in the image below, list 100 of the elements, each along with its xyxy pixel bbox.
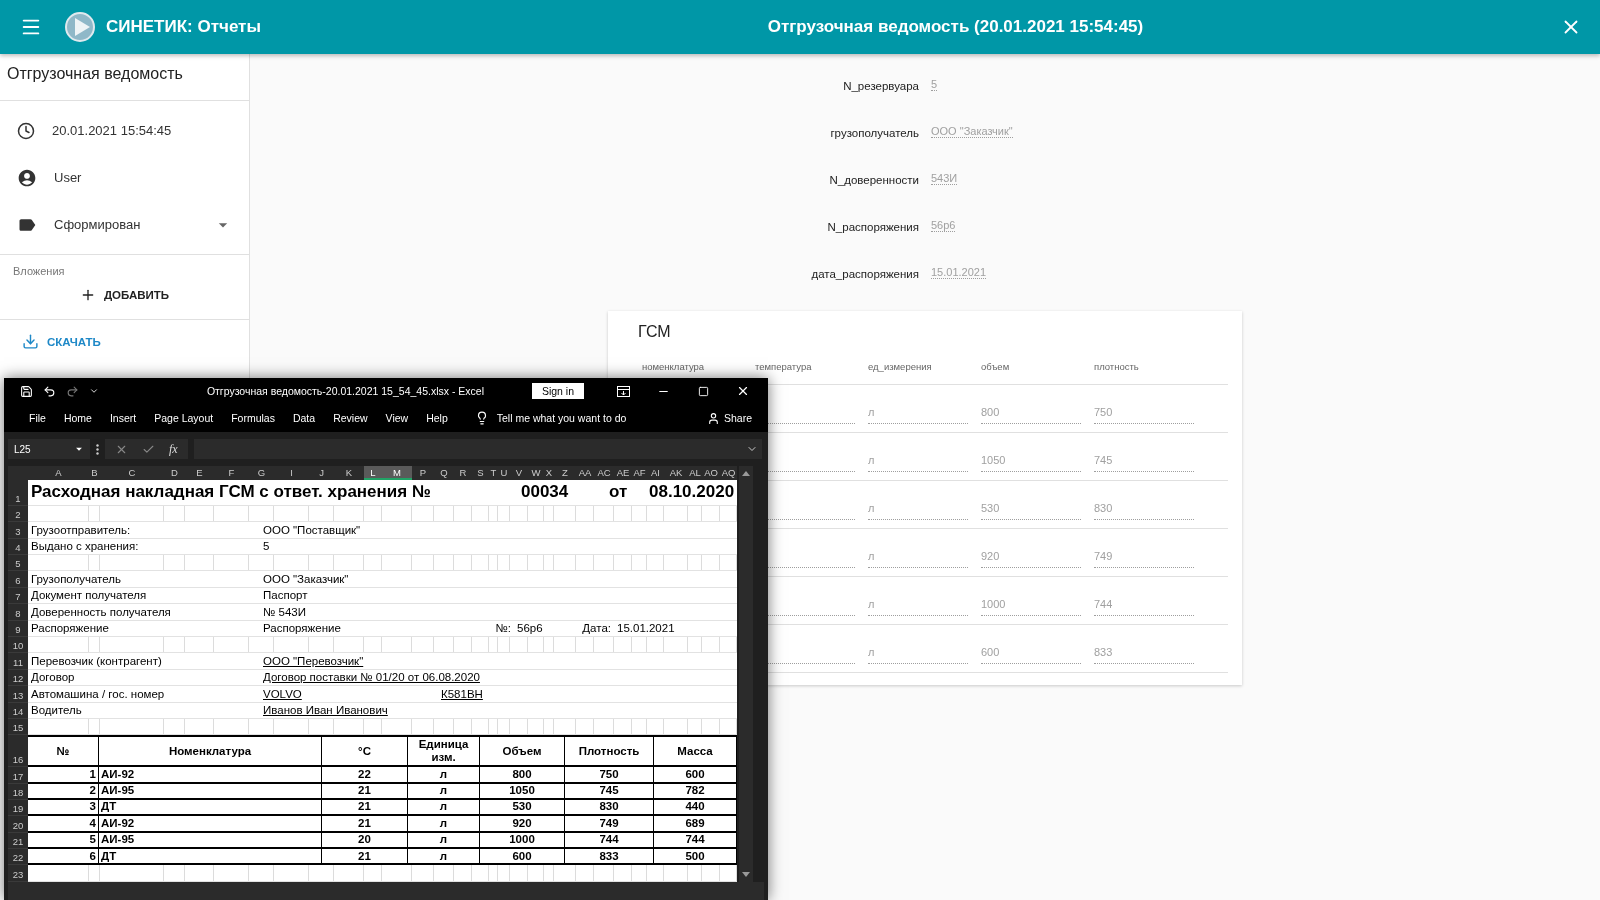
scroll-down-icon[interactable]	[742, 872, 750, 878]
menu-tab[interactable]: Insert	[100, 412, 146, 424]
logo-icon	[64, 11, 96, 43]
table-cell: 750	[565, 767, 654, 782]
cell-text: 15.01.2021	[616, 622, 676, 635]
column-header[interactable]: AF	[632, 466, 647, 480]
table-cell: 833	[565, 849, 654, 864]
column-header[interactable]: I	[274, 466, 309, 480]
function-icon[interactable]: fx	[169, 441, 178, 457]
sign-in-button[interactable]: Sign in	[531, 383, 584, 399]
column-header[interactable]: AQ	[720, 466, 737, 480]
download-button[interactable]: СКАЧАТЬ	[0, 319, 249, 363]
undo-icon[interactable]	[43, 384, 56, 398]
table-cell: 21	[322, 783, 408, 798]
row-number: 20	[8, 816, 28, 833]
menu-tab[interactable]: Help	[417, 412, 457, 424]
column-header[interactable]: AL	[688, 466, 702, 480]
row-number: 11	[8, 653, 28, 670]
column-header[interactable]: W	[528, 466, 544, 480]
column-header[interactable]: V	[510, 466, 528, 480]
column-header[interactable]: AE	[614, 466, 632, 480]
column-header[interactable]: AC	[594, 466, 614, 480]
sheet-title: Расходная накладная ГСМ с ответ. хранения №	[30, 482, 432, 503]
column-header[interactable]: U	[498, 466, 510, 480]
column-header[interactable]: D	[164, 466, 185, 480]
app-title: СИНЕТИК: Отчеты	[106, 17, 261, 37]
cell-text: ООО "Поставщик"	[262, 523, 362, 536]
column-header[interactable]: R	[454, 466, 472, 480]
column-header[interactable]: G	[249, 466, 274, 480]
column-header[interactable]: B	[89, 466, 100, 480]
column-header[interactable]: X	[544, 466, 554, 480]
menu-tab[interactable]: View	[376, 412, 418, 424]
column-header[interactable]: J	[309, 466, 334, 480]
scroll-up-icon[interactable]	[742, 470, 750, 476]
column-header[interactable]: E	[185, 466, 214, 480]
column-header[interactable]: AI	[647, 466, 664, 480]
horizontal-scrollbar[interactable]	[8, 882, 764, 900]
table-cell: 1050	[480, 783, 565, 798]
name-box[interactable]: L25	[8, 439, 90, 459]
table-cell: 6	[28, 849, 99, 864]
menu-tab[interactable]: Review	[324, 412, 377, 424]
column-header[interactable]: Z	[554, 466, 576, 480]
cell-text: К581ВН	[440, 687, 484, 700]
document-date: 08.10.2020	[648, 482, 736, 503]
column-header[interactable]: P	[412, 466, 434, 480]
column-header[interactable]: M	[382, 466, 412, 480]
table-cell: АИ-92	[99, 767, 322, 782]
info-text: 20.01.2021 15:54:45	[52, 123, 173, 138]
field-label: N_резервуара	[842, 79, 919, 94]
row-number: 23	[8, 865, 28, 882]
column-heading: температура	[755, 361, 813, 372]
table-cell: 20	[322, 832, 408, 848]
field-label: грузополучатель	[829, 126, 919, 141]
menu-tab[interactable]: Formulas	[222, 412, 284, 424]
more-icon[interactable]	[96, 443, 99, 455]
menu-tab[interactable]: Home	[54, 412, 101, 424]
column-heading: Масса	[654, 737, 737, 766]
column-heading: Плотность	[565, 737, 654, 766]
column-heading: ед_измерения	[868, 361, 933, 372]
menu-tab[interactable]: Page Layout	[145, 412, 223, 424]
column-header[interactable]: F	[214, 466, 249, 480]
column-header[interactable]: AK	[664, 466, 688, 480]
redo-icon[interactable]	[66, 384, 79, 398]
table-cell: л	[408, 783, 480, 798]
table-cell: 689	[654, 816, 737, 831]
column-header[interactable]: Q	[434, 466, 454, 480]
table-cell: АИ-95	[99, 832, 322, 848]
column-header[interactable]: T	[489, 466, 498, 480]
menu-tab[interactable]: File	[20, 412, 55, 424]
cell-text: Паспорт	[262, 589, 309, 602]
table-cell: л	[408, 767, 480, 782]
window-title: Отгрузочная ведомость-20.01.2021 15_54_45.xlsx - Excel	[205, 385, 485, 397]
column-header[interactable]: A	[28, 466, 89, 480]
table-cell: 440	[654, 799, 737, 815]
column-header[interactable]: AO	[702, 466, 720, 480]
table-cell: 745	[565, 783, 654, 798]
column-header[interactable]: AA	[576, 466, 594, 480]
cell-text: Документ получателя	[30, 589, 148, 602]
vertical-scrollbar[interactable]	[739, 466, 753, 882]
save-icon[interactable]	[20, 384, 33, 398]
cell-text: Водитель	[30, 704, 83, 717]
column-header[interactable]: L	[364, 466, 382, 480]
cell-text: Грузоотправитель:	[30, 523, 132, 536]
share-button[interactable]: Share	[700, 410, 758, 426]
column-header[interactable]: K	[334, 466, 364, 480]
tell-me-search[interactable]: Tell me what you want to do	[468, 410, 701, 426]
column-header[interactable]: C	[100, 466, 164, 480]
cell-text: № 543И	[262, 605, 307, 618]
table-cell: 744	[654, 832, 737, 848]
column-header[interactable]: S	[472, 466, 489, 480]
info-text: Сформирован	[54, 217, 142, 232]
cell-text: VOLVO	[262, 687, 303, 700]
menu-tab[interactable]: Data	[283, 412, 325, 424]
table-cell: 1000	[480, 832, 565, 848]
cell-text: Распоряжение	[262, 622, 342, 635]
add-button[interactable]: ДОБАВИТЬ	[71, 281, 178, 309]
table-cell: 830	[565, 799, 654, 815]
cell-text: 5	[262, 540, 271, 553]
table-cell: 4	[28, 816, 99, 831]
dropdown-icon[interactable]	[89, 386, 99, 396]
